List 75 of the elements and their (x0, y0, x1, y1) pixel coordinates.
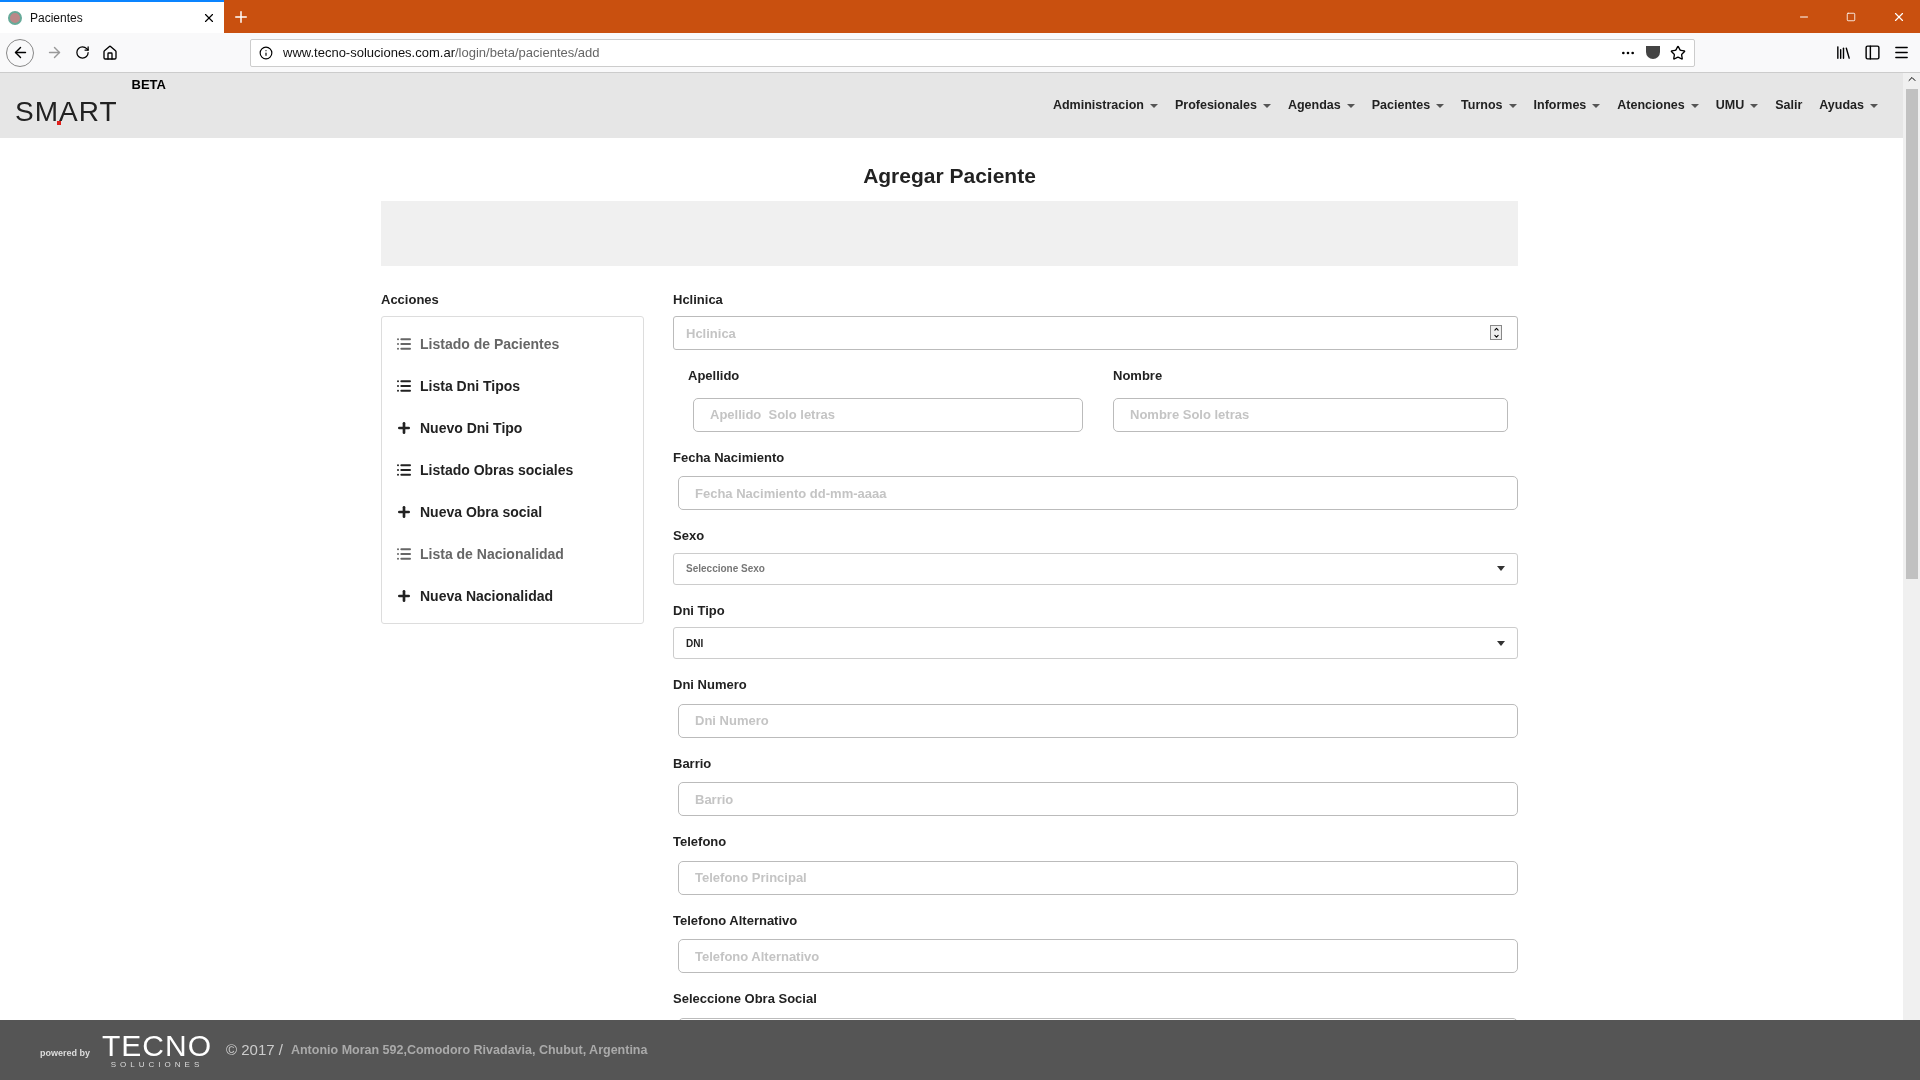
input-field[interactable]: Apellido Solo letras (693, 397, 1083, 432)
favicon-icon (8, 10, 22, 25)
field-label: Sexo (673, 527, 706, 545)
footer-logo: TECNO (102, 1031, 212, 1060)
reload-icon[interactable] (75, 45, 90, 60)
menu-icon[interactable] (1893, 44, 1910, 61)
action-link[interactable]: Nuevo Dni Tipo (382, 407, 643, 449)
plus-icon (396, 504, 412, 520)
tab-title: Pacientes (30, 9, 84, 27)
action-link[interactable]: Nueva Obra social (382, 491, 643, 533)
caret-icon (1497, 640, 1505, 646)
nav-link[interactable]: Ayudas (1819, 96, 1878, 115)
list-icon (396, 378, 412, 394)
number-field[interactable]: Hclinica (673, 316, 1518, 350)
nav-link[interactable]: Informes (1533, 96, 1601, 115)
scrollbar[interactable] (1903, 73, 1920, 1020)
list-icon (396, 336, 412, 352)
action-link[interactable]: Listado Obras sociales (382, 449, 643, 491)
footer-logo-subtitle: SOLUCIONES (110, 1059, 204, 1069)
nav-link[interactable]: Turnos (1461, 96, 1517, 115)
action-link[interactable]: Lista de Nacionalidad (382, 533, 643, 575)
field-label: Telefono (673, 833, 728, 851)
address-bar[interactable]: www.tecno-soluciones.com.ar/login/beta/pacientes/add (250, 38, 1695, 67)
plus-icon (396, 420, 412, 436)
nav-link[interactable]: Atenciones (1617, 96, 1699, 115)
select-value: Seleccione Sexo (686, 562, 765, 576)
field-label: Barrio (673, 754, 713, 773)
caret-icon (1497, 566, 1505, 571)
beta-label: BETA (131, 75, 166, 94)
action-link[interactable]: Listado de Pacientes (382, 323, 643, 365)
info-icon[interactable] (259, 45, 273, 60)
input-field[interactable]: Telefono Principal (678, 860, 1518, 895)
nav-link[interactable]: Profesionales (1174, 96, 1271, 115)
home-icon[interactable] (102, 44, 118, 61)
library-icon[interactable] (1835, 44, 1852, 61)
field-label: Fecha Nacimiento (673, 448, 786, 467)
select-dropdown[interactable]: DNI (673, 627, 1518, 659)
sidebar-icon[interactable] (1864, 44, 1881, 61)
input-field[interactable]: Nombre Solo letras (1113, 397, 1508, 432)
field-label: Dni Tipo (673, 601, 726, 620)
copyright-text: © 2017 / (226, 1039, 283, 1060)
nav-link[interactable]: Pacientes (1371, 96, 1445, 115)
restore-icon[interactable] (1846, 11, 1856, 22)
list-icon (396, 546, 412, 562)
nav-link[interactable]: Salir (1775, 96, 1803, 115)
input-field[interactable]: Barrio (678, 782, 1518, 816)
action-link[interactable]: Nueva Nacionalidad (382, 575, 643, 617)
field-label: Dni Numero (673, 676, 748, 694)
field-label: Nombre (1113, 367, 1164, 385)
bookmark-star-icon[interactable] (1670, 44, 1686, 61)
plus-icon (396, 588, 412, 604)
field-label: Seleccione Obra Social (673, 990, 818, 1008)
logo[interactable]: SMART (15, 90, 118, 133)
powered-by-text: powered by (40, 1047, 90, 1061)
field-label: Hclinica (673, 290, 724, 309)
action-link[interactable]: Lista Dni Tipos (382, 365, 643, 407)
list-icon (396, 462, 412, 478)
field-label: Telefono Alternativo (673, 911, 799, 930)
select-dropdown[interactable]: Seleccione Sexo (673, 552, 1518, 585)
page-title: Agregar Paciente (862, 163, 1037, 189)
nav-link[interactable]: Administracion (1052, 96, 1158, 115)
section-heading: Acciones (381, 290, 440, 309)
input-field[interactable]: Fecha Nacimiento dd-mm-aaaa (678, 476, 1518, 510)
browser-tab[interactable]: Pacientes (0, 0, 224, 33)
nav-link[interactable]: Agendas (1287, 96, 1355, 115)
url-text: www.tecno-soluciones.com.ar/login/beta/pacientes/add (283, 43, 601, 62)
pocket-icon[interactable] (1646, 46, 1660, 59)
select-value: DNI (686, 636, 704, 651)
nav-link[interactable]: UMU (1715, 96, 1759, 115)
forward-icon[interactable] (46, 44, 63, 61)
address-text: Antonio Moran 592,Comodoro Rivadavia, Chubut, Argentina (290, 1041, 648, 1059)
spinner-icon[interactable] (1490, 325, 1502, 340)
input-field[interactable]: Telefono Alternativo (678, 939, 1518, 973)
field-label: Apellido (688, 367, 741, 385)
input-field[interactable]: Dni Numero (678, 703, 1518, 738)
